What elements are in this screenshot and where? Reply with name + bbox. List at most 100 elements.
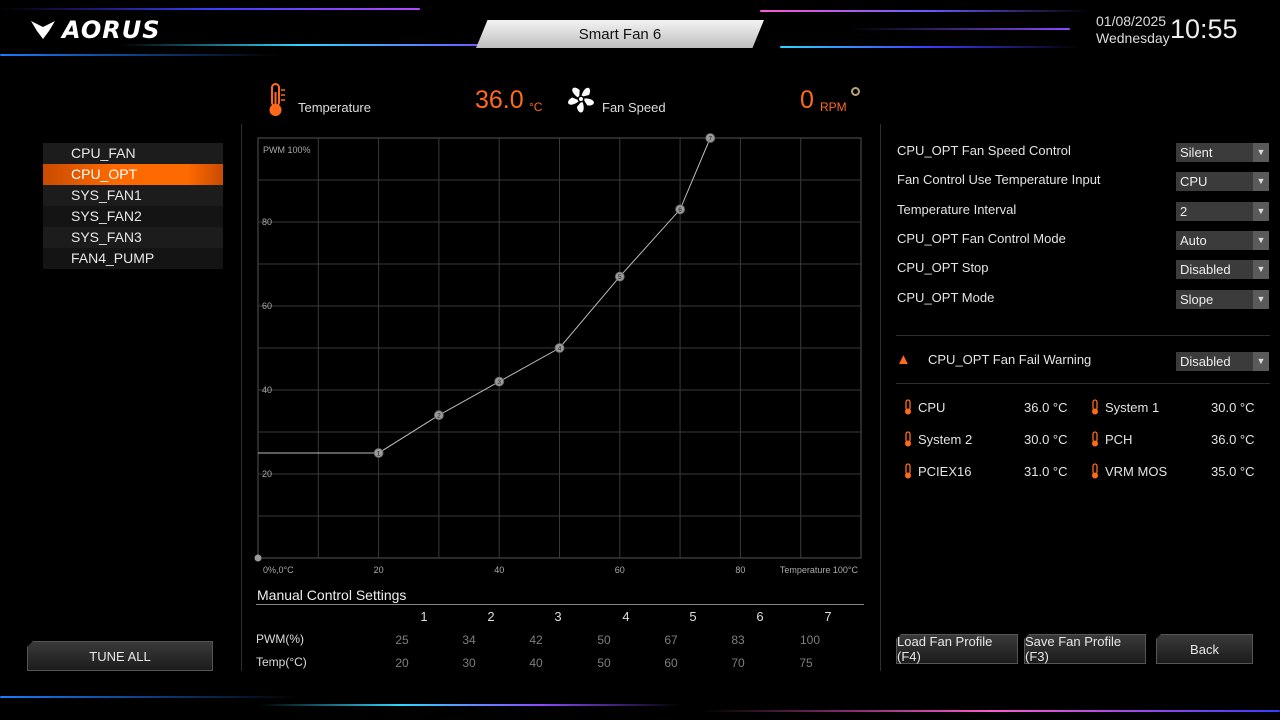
- fan-item-cpu-fan[interactable]: CPU_FAN: [43, 143, 223, 164]
- sensor-value: 36.0 °C: [1024, 400, 1068, 415]
- date-block: 01/08/2025 Wednesday: [1096, 13, 1170, 47]
- fan-mode-label: CPU_OPT Mode: [897, 290, 995, 305]
- curve-point-label: 3: [497, 379, 501, 386]
- pwm-value[interactable]: 50: [584, 633, 624, 647]
- thermometer-icon: [905, 399, 911, 415]
- temp-value[interactable]: 20: [382, 656, 422, 670]
- date: 01/08/2025: [1096, 13, 1167, 29]
- fan-item-sys-fan3[interactable]: SYS_FAN3: [43, 227, 223, 248]
- fan-speed-control-label: CPU_OPT Fan Speed Control: [897, 143, 1071, 158]
- curve-point[interactable]: 2: [433, 410, 444, 421]
- top-bar: AORUS Smart Fan 6 01/08/2025 Wednesday 1…: [0, 0, 1280, 70]
- fan-list: CPU_FAN CPU_OPT SYS_FAN1 SYS_FAN2 SYS_FA…: [43, 143, 223, 269]
- temp-value[interactable]: 60: [651, 656, 691, 670]
- decor-streak: [0, 54, 280, 56]
- curve-point[interactable]: 5: [614, 271, 625, 282]
- point-column-header: 5: [689, 609, 697, 624]
- pwm-value[interactable]: 34: [449, 633, 489, 647]
- decor-streak: [760, 10, 1090, 12]
- curve-point-label: 7: [708, 136, 712, 143]
- curve-point[interactable]: 3: [494, 376, 505, 387]
- temp-value[interactable]: 40: [516, 656, 556, 670]
- dropdown-arrow-icon: ▼: [1253, 352, 1269, 371]
- curve-point[interactable]: 1: [373, 448, 384, 458]
- bottom-bar: [0, 690, 1280, 720]
- warning-icon: ▲: [896, 351, 911, 368]
- pwm-value[interactable]: 83: [718, 633, 758, 647]
- x-end-label: Temperature 100°C: [780, 565, 859, 575]
- fan-stop-dropdown[interactable]: Disabled ▼: [1176, 260, 1269, 279]
- dropdown-value: Silent: [1180, 145, 1213, 160]
- brand-name: AORUS: [62, 16, 161, 44]
- fan-item-sys-fan2[interactable]: SYS_FAN2: [43, 206, 223, 227]
- dropdown-arrow-icon: ▼: [1253, 172, 1269, 191]
- dropdown-arrow-icon: ▼: [1253, 290, 1269, 309]
- aorus-logo: AORUS: [30, 16, 161, 44]
- dropdown-arrow-icon: ▼: [1253, 202, 1269, 221]
- decor-streak: [0, 696, 300, 698]
- pwm-row-label: PWM(%): [256, 632, 304, 646]
- thermometer-icon: [1092, 431, 1098, 447]
- sensor-name: PCH: [1105, 432, 1133, 447]
- save-fan-profile-button[interactable]: Save Fan Profile (F3): [1024, 634, 1146, 664]
- temp-value[interactable]: 70: [718, 656, 758, 670]
- page-title: Smart Fan 6: [578, 25, 662, 43]
- sensor-name: VRM MOS: [1105, 464, 1168, 479]
- temp-value[interactable]: 50: [584, 656, 624, 670]
- dropdown-arrow-icon: ▼: [1253, 260, 1269, 279]
- dropdown-value: CPU: [1180, 174, 1208, 189]
- x-tick-label: 80: [735, 565, 745, 575]
- curve-point-label: 5: [618, 274, 622, 281]
- fan-status-icon: [851, 87, 860, 96]
- fan-curve-chart[interactable]: PWM 100% 20 40 60 80 20 40 60 80 0%,0°C …: [250, 132, 870, 582]
- sensor-name: CPU: [918, 400, 946, 415]
- pwm-value[interactable]: 25: [382, 633, 422, 647]
- fan-fail-warning-dropdown[interactable]: Disabled ▼: [1176, 352, 1269, 371]
- load-fan-profile-button[interactable]: Load Fan Profile (F4): [896, 634, 1018, 664]
- sensor-name: System 2: [918, 432, 973, 447]
- curve-point[interactable]: 7: [705, 133, 716, 143]
- section-divider: [896, 383, 1270, 384]
- curve-point[interactable]: 6: [675, 204, 686, 215]
- x-tick-label: 60: [615, 565, 625, 575]
- temperature-interval-dropdown[interactable]: 2 ▼: [1176, 202, 1269, 221]
- fan-speed-control-dropdown[interactable]: Silent ▼: [1176, 143, 1269, 162]
- dropdown-arrow-icon: ▼: [1253, 231, 1269, 250]
- right-divider: [880, 124, 881, 671]
- page-title-tab: Smart Fan 6: [476, 20, 764, 48]
- decor-streak: [780, 46, 1080, 48]
- pwm-value[interactable]: 42: [516, 633, 556, 647]
- fan-item-fan4-pump[interactable]: FAN4_PUMP: [43, 248, 223, 269]
- point-column-header: 7: [824, 609, 832, 624]
- fan-icon: [568, 87, 594, 113]
- tune-all-button[interactable]: TUNE ALL: [27, 641, 213, 671]
- fan-speed-unit: RPM: [820, 100, 847, 114]
- weekday: Wednesday: [1096, 30, 1170, 46]
- fan-item-cpu-opt[interactable]: CPU_OPT: [43, 164, 223, 185]
- back-button[interactable]: Back: [1156, 634, 1253, 664]
- temperature-input-label: Fan Control Use Temperature Input: [897, 172, 1101, 187]
- thermometer-icon: [905, 463, 911, 479]
- temp-value[interactable]: 30: [449, 656, 489, 670]
- dropdown-value: Disabled: [1180, 354, 1231, 369]
- decor-streak: [120, 44, 480, 46]
- fan-mode-dropdown[interactable]: Slope ▼: [1176, 290, 1269, 309]
- pwm-value[interactable]: 67: [651, 633, 691, 647]
- temp-value[interactable]: 75: [786, 656, 826, 670]
- sensor-value: 30.0 °C: [1024, 432, 1068, 447]
- clock: 10:55: [1170, 14, 1238, 44]
- y-top-label: PWM 100%: [263, 145, 311, 155]
- temperature-input-dropdown[interactable]: CPU ▼: [1176, 172, 1269, 191]
- curve-point[interactable]: 4: [554, 343, 565, 353]
- temp-row-label: Temp(°C): [256, 655, 307, 669]
- point-column-header: 1: [420, 609, 428, 624]
- thermometer-icon: [1092, 399, 1098, 415]
- left-divider: [241, 124, 242, 671]
- section-divider: [896, 335, 1270, 336]
- pwm-value[interactable]: 100: [790, 633, 830, 647]
- point-column-header: 2: [487, 609, 495, 624]
- fan-item-sys-fan1[interactable]: SYS_FAN1: [43, 185, 223, 206]
- fan-stop-label: CPU_OPT Stop: [897, 260, 989, 275]
- fan-control-mode-dropdown[interactable]: Auto ▼: [1176, 231, 1269, 250]
- x-tick-label: 20: [374, 565, 384, 575]
